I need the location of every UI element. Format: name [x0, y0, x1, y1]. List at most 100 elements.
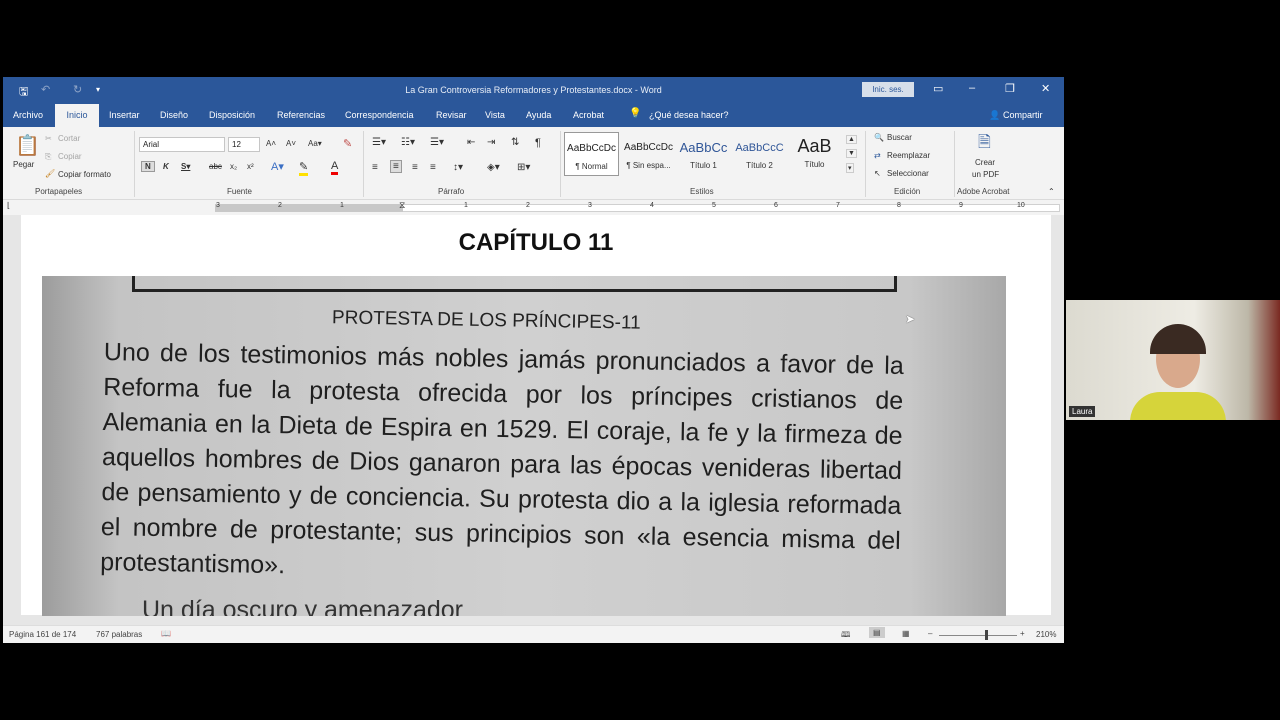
copy-button[interactable]: Copiar: [58, 152, 82, 161]
style-no-spacing[interactable]: AaBbCcDc ¶ Sin espa...: [621, 132, 676, 176]
photo-paragraph: Uno de los testimonios más nobles jamás …: [99, 338, 905, 580]
highlight-icon[interactable]: ✎: [299, 160, 309, 176]
cut-button[interactable]: Cortar: [58, 134, 80, 143]
page-count[interactable]: Página 161 de 174: [9, 630, 76, 639]
font-name-select[interactable]: Arial: [139, 137, 225, 152]
tab-revisar[interactable]: Revisar: [436, 110, 467, 120]
zoom-slider-thumb[interactable]: [985, 630, 988, 640]
create-pdf-label[interactable]: Crear: [975, 158, 995, 167]
sign-in-button[interactable]: Inic. ses.: [862, 82, 914, 97]
tab-ayuda[interactable]: Ayuda: [526, 110, 551, 120]
brush-icon[interactable]: 🖌: [45, 169, 55, 178]
italic-button[interactable]: K: [163, 162, 169, 171]
shrink-font-icon[interactable]: A˅: [286, 139, 296, 148]
tab-selector-icon[interactable]: ⌊: [7, 201, 10, 210]
chapter-title[interactable]: CAPÍTULO 11: [21, 229, 1051, 257]
editing-group-label: Edición: [894, 187, 921, 196]
paragraph-mark-icon[interactable]: ¶: [535, 137, 541, 149]
change-case-icon[interactable]: Aa▾: [308, 139, 322, 148]
text-effects-icon[interactable]: A▾: [271, 160, 284, 173]
styles-scroll-up[interactable]: ▲: [846, 135, 857, 144]
copy-icon[interactable]: ⎘: [45, 152, 51, 162]
tab-archivo[interactable]: Archivo: [13, 110, 43, 120]
style-heading-2[interactable]: AaBbCcC Título 2: [732, 132, 787, 176]
collapse-ribbon-icon[interactable]: ⌃: [1048, 187, 1055, 196]
tab-correspondencia[interactable]: Correspondencia: [345, 110, 414, 120]
word-count[interactable]: 767 palabras: [96, 630, 142, 639]
align-left-icon[interactable]: ≡: [372, 162, 378, 173]
person-icon: 👤: [989, 110, 1001, 120]
select-icon[interactable]: ↖: [874, 169, 881, 178]
search-icon[interactable]: 🔍: [874, 133, 884, 142]
tab-diseno[interactable]: Diseño: [160, 110, 188, 120]
style-heading-1[interactable]: AaBbCc Título 1: [676, 132, 731, 176]
decrease-indent-icon[interactable]: ⇤: [467, 137, 475, 148]
subscript-button[interactable]: x₂: [230, 162, 237, 171]
read-mode-icon[interactable]: 🕮: [841, 629, 850, 643]
select-button[interactable]: Seleccionar: [887, 169, 929, 178]
title-bar: 🖫 ↶ ↻ ▾ La Gran Controversia Reformadore…: [3, 77, 1064, 103]
print-layout-icon[interactable]: ▤: [869, 627, 885, 638]
zoom-level[interactable]: 210%: [1036, 630, 1056, 639]
ribbon-tabs: Archivo Inicio Insertar Diseño Disposici…: [3, 103, 1064, 127]
underline-button[interactable]: S▾: [181, 162, 190, 171]
tab-inicio[interactable]: Inicio: [55, 104, 99, 127]
document-area[interactable]: CAPÍTULO 11 PROTESTA DE LOS PRÍNCIPES-11…: [3, 215, 1064, 625]
tab-acrobat[interactable]: Acrobat: [573, 110, 604, 120]
find-button[interactable]: Buscar: [887, 133, 912, 142]
strikethrough-button[interactable]: abc: [209, 162, 222, 171]
zoom-slider[interactable]: [939, 635, 1017, 636]
sort-icon[interactable]: ⇅: [511, 137, 519, 148]
bold-button[interactable]: N: [141, 161, 155, 172]
format-painter-button[interactable]: Copiar formato: [58, 170, 111, 179]
tab-disposicion[interactable]: Disposición: [209, 110, 255, 120]
styles-scroll-down[interactable]: ▼: [846, 149, 857, 158]
tab-insertar[interactable]: Insertar: [109, 110, 140, 120]
indent-marker[interactable]: ⧖: [399, 200, 405, 211]
style-normal[interactable]: AaBbCcDc ¶ Normal: [564, 132, 619, 176]
style-title[interactable]: AaB Título: [787, 132, 842, 176]
superscript-button[interactable]: x²: [247, 162, 254, 171]
ruler: ⌊ 3 2 1 ⧖ 1 2 3 4 5 6 7 8 9 10: [3, 200, 1064, 215]
create-pdf-label-2[interactable]: un PDF: [972, 170, 999, 179]
numbering-icon[interactable]: ☷▾: [401, 137, 415, 148]
increase-indent-icon[interactable]: ⇥: [487, 137, 495, 148]
zoom-in-button[interactable]: +: [1020, 629, 1025, 638]
styles-more[interactable]: ▾: [846, 163, 854, 173]
webcam-overlay: Laura: [1066, 300, 1280, 420]
minimize-button[interactable]: –: [969, 82, 975, 94]
tell-me-search[interactable]: ¿Qué desea hacer?: [649, 110, 729, 120]
paste-button[interactable]: Pegar: [13, 160, 34, 169]
styles-group-label: Estilos: [690, 187, 714, 196]
grow-font-icon[interactable]: A˄: [266, 139, 276, 148]
maximize-button[interactable]: ❐: [1005, 82, 1015, 95]
clipboard-icon[interactable]: 📋: [15, 133, 40, 158]
ribbon-display-icon[interactable]: ▭: [933, 82, 943, 95]
align-center-icon[interactable]: ≡: [390, 160, 402, 173]
font-color-icon[interactable]: A: [331, 160, 339, 175]
replace-button[interactable]: Reemplazar: [887, 151, 930, 160]
bullets-icon[interactable]: ☰▾: [372, 137, 386, 148]
clear-format-icon[interactable]: ✎: [343, 137, 352, 150]
tab-referencias[interactable]: Referencias: [277, 110, 325, 120]
document-page[interactable]: CAPÍTULO 11 PROTESTA DE LOS PRÍNCIPES-11…: [21, 215, 1051, 616]
tab-vista[interactable]: Vista: [485, 110, 505, 120]
acrobat-group-label: Adobe Acrobat: [957, 187, 1010, 196]
multilevel-list-icon[interactable]: ☰▾: [430, 137, 444, 148]
borders-icon[interactable]: ⊞▾: [517, 162, 530, 173]
zoom-out-button[interactable]: –: [928, 629, 932, 638]
close-button[interactable]: ✕: [1041, 82, 1050, 95]
replace-icon[interactable]: ⇄: [874, 151, 881, 160]
align-right-icon[interactable]: ≡: [412, 162, 418, 173]
font-size-select[interactable]: 12: [228, 137, 260, 152]
participant-name: Laura: [1069, 406, 1096, 417]
create-pdf-icon[interactable]: 🗎: [978, 131, 991, 158]
proofing-icon[interactable]: 📖: [161, 629, 171, 638]
book-page-photo[interactable]: PROTESTA DE LOS PRÍNCIPES-11 Uno de los …: [42, 276, 1006, 616]
share-button[interactable]: Compartir: [1003, 110, 1043, 120]
shading-icon[interactable]: ◈▾: [487, 162, 500, 173]
justify-icon[interactable]: ≡: [430, 162, 436, 173]
scissors-icon[interactable]: ✂: [45, 134, 52, 143]
line-spacing-icon[interactable]: ↕▾: [453, 162, 463, 173]
web-layout-icon[interactable]: ▦: [902, 629, 910, 638]
